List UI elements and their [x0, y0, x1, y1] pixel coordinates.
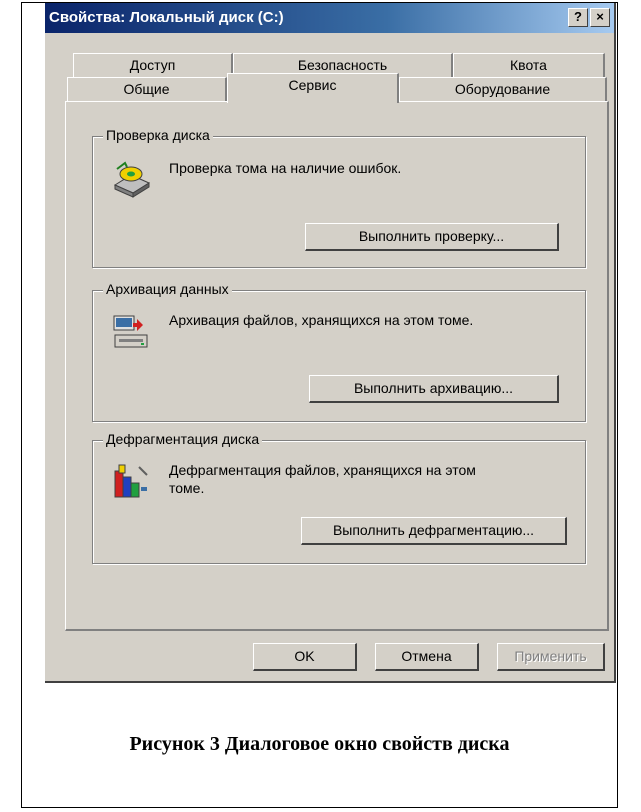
close-button[interactable]: ×: [590, 8, 610, 27]
figure-frame: Свойства: Локальный диск (C:) ? × Доступ…: [21, 2, 618, 808]
run-check-button[interactable]: Выполнить проверку...: [305, 223, 559, 251]
ok-button[interactable]: OK: [253, 643, 357, 671]
disk-check-icon: [113, 161, 151, 198]
group-defrag: Дефрагментация диска Дефрагментация файл…: [92, 431, 586, 564]
group-title-defrag: Дефрагментация диска: [103, 431, 263, 447]
defrag-description-line1: Дефрагментация файлов, хранящихся на это…: [169, 462, 476, 478]
cancel-button[interactable]: Отмена: [375, 643, 479, 671]
title-bar[interactable]: Свойства: Локальный диск (C:) ? ×: [45, 3, 614, 33]
group-backup: Архивация данных Архивация файлов, храня…: [92, 281, 586, 422]
help-button[interactable]: ?: [568, 8, 588, 27]
defrag-description-line2: томе.: [169, 480, 205, 496]
tab-hardware[interactable]: Оборудование: [399, 77, 607, 101]
tab-service[interactable]: Сервис: [227, 73, 399, 103]
defrag-icon: [114, 464, 148, 498]
tab-general[interactable]: Общие: [67, 77, 227, 101]
dialog-title: Свойства: Локальный диск (C:): [49, 9, 284, 26]
tab-quota[interactable]: Квота: [453, 53, 605, 77]
backup-icon: [113, 315, 148, 348]
group-disk-check: Проверка диска Проверка тома на наличие …: [92, 127, 586, 268]
properties-dialog: Свойства: Локальный диск (C:) ? × Доступ…: [45, 3, 616, 683]
disk-check-description: Проверка тома на наличие ошибок.: [169, 160, 402, 176]
tab-panel-service: Проверка диска Проверка тома на наличие …: [65, 101, 609, 631]
figure-caption: Рисунок 3 Диалоговое окно свойств диска: [129, 733, 510, 755]
backup-description: Архивация файлов, хранящихся на этом том…: [169, 312, 474, 328]
apply-button[interactable]: Применить: [497, 643, 605, 671]
run-defrag-button[interactable]: Выполнить дефрагментацию...: [301, 517, 567, 545]
defrag-description: Дефрагментация файлов, хранящихся на это…: [169, 461, 476, 497]
group-title-disk-check: Проверка диска: [103, 127, 213, 143]
tab-access[interactable]: Доступ: [73, 53, 233, 77]
run-backup-button[interactable]: Выполнить архивацию...: [309, 375, 559, 403]
group-title-backup: Архивация данных: [103, 281, 232, 297]
